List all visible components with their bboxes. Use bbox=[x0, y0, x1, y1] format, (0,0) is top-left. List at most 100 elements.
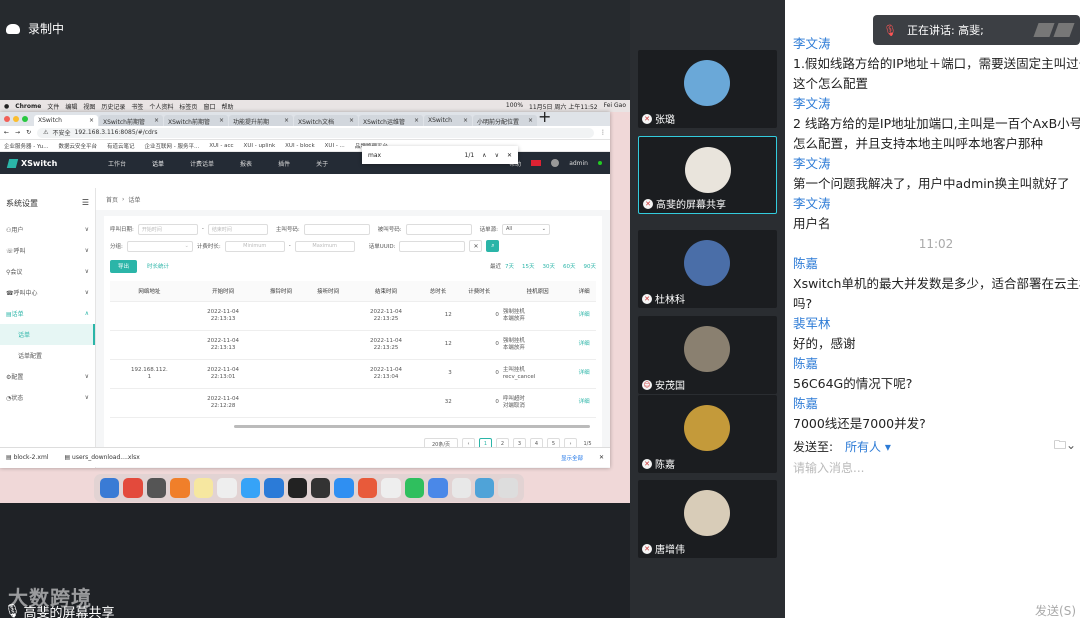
cell-detail[interactable]: 详细 bbox=[572, 359, 596, 389]
browser-tab[interactable]: XSwitch × bbox=[424, 115, 472, 126]
sidebar-item[interactable]: ◔状态 ∨ bbox=[0, 387, 95, 408]
browser-tab[interactable]: XSwitch文档 × bbox=[294, 115, 358, 126]
participant-tile[interactable]: ✕ 张璐 bbox=[638, 50, 777, 128]
sidebar-item[interactable]: ⚲会议 ∨ bbox=[0, 261, 95, 282]
download-item-1[interactable]: ▤ block-2.xml bbox=[6, 454, 48, 461]
sidebar-item[interactable]: 话单 bbox=[0, 324, 95, 345]
more-icon[interactable]: ⋮ bbox=[600, 129, 606, 136]
menubar-item[interactable]: 标签页 bbox=[179, 102, 197, 111]
group-select[interactable]: ⌄ bbox=[126, 240, 193, 252]
dock-app-icon[interactable] bbox=[240, 478, 261, 498]
bookmark-item[interactable]: XUI - ... bbox=[325, 143, 345, 149]
close-window-button[interactable] bbox=[4, 116, 10, 122]
nav-item[interactable]: 话单 bbox=[152, 159, 164, 168]
bookmark-item[interactable]: 有道云笔记 bbox=[107, 142, 135, 150]
dock-app-icon[interactable] bbox=[334, 478, 354, 498]
user-name[interactable]: admin bbox=[569, 160, 588, 167]
menubar-item[interactable]: 编辑 bbox=[65, 102, 77, 111]
download-item-2[interactable]: ▤ users_download....xlsx bbox=[64, 454, 139, 461]
sidebar-item[interactable]: 话单配置 bbox=[0, 345, 95, 366]
nav-item[interactable]: 插件 bbox=[278, 159, 290, 168]
export-button[interactable]: 导出 bbox=[110, 259, 138, 273]
dock-app-icon[interactable] bbox=[451, 478, 471, 498]
close-tab-icon[interactable]: × bbox=[154, 117, 159, 124]
dock-app-icon[interactable] bbox=[170, 478, 190, 498]
clear-button[interactable]: ✕ bbox=[469, 240, 483, 252]
sidebar-item[interactable]: ⚇用户 ∨ bbox=[0, 219, 95, 240]
dock-app-icon[interactable] bbox=[287, 478, 307, 498]
end-time-input[interactable]: 结束时间 bbox=[207, 223, 268, 235]
close-tab-icon[interactable]: × bbox=[89, 117, 94, 124]
search-button[interactable]: ⌕ bbox=[486, 240, 500, 252]
menubar-item[interactable]: 帮助 bbox=[221, 102, 233, 111]
sidebar-item[interactable]: ▤话单 ∧ bbox=[0, 303, 95, 324]
zoom-window-button[interactable] bbox=[22, 116, 28, 122]
recent-option[interactable]: 60天 bbox=[563, 262, 576, 270]
participant-tile[interactable]: ✕ 陈嘉 bbox=[638, 395, 777, 473]
menubar-item[interactable]: 视图 bbox=[83, 102, 95, 111]
close-tab-icon[interactable]: × bbox=[349, 117, 354, 124]
recent-option[interactable]: 30天 bbox=[543, 262, 556, 270]
dock-app-icon[interactable] bbox=[217, 478, 237, 498]
close-tab-icon[interactable]: × bbox=[414, 117, 419, 124]
sidebar-item[interactable]: ⚙配置 ∨ bbox=[0, 366, 95, 387]
menubar-item[interactable]: 书签 bbox=[131, 102, 143, 111]
user-avatar[interactable] bbox=[551, 159, 560, 167]
cell-detail[interactable]: 详细 bbox=[572, 388, 596, 418]
find-close-icon[interactable]: ✕ bbox=[507, 152, 512, 159]
reload-icon[interactable]: ↻ bbox=[26, 129, 31, 136]
browser-tab[interactable]: XSwitch运维管 × bbox=[359, 115, 423, 126]
minimize-window-button[interactable] bbox=[13, 116, 19, 122]
table-row[interactable]: 2022-11-04 22:13:13 2022-11-04 22:13:25 12… bbox=[110, 301, 596, 331]
callee-input[interactable] bbox=[405, 223, 472, 235]
app-logo[interactable]: XSwitch bbox=[6, 158, 88, 168]
close-tab-icon[interactable]: × bbox=[528, 117, 533, 124]
table-row[interactable]: 192.168.112. 1 2022-11-04 22:13:01 2022-11… bbox=[110, 359, 596, 389]
billsec-min-input[interactable]: Minimum bbox=[224, 240, 285, 252]
uuid-input[interactable] bbox=[399, 240, 466, 252]
browser-tab[interactable]: 小明前分配位置 × bbox=[473, 115, 537, 126]
participant-tile[interactable]: ✕ 唐增伟 bbox=[638, 480, 777, 558]
bookmark-item[interactable]: XUI - acc bbox=[209, 143, 233, 149]
participant-tile[interactable]: ✕ 杜林科 bbox=[638, 230, 777, 308]
back-icon[interactable]: ← bbox=[4, 129, 9, 136]
close-downloads-icon[interactable]: ✕ bbox=[599, 454, 604, 461]
bookmark-item[interactable]: XUI - block bbox=[285, 143, 315, 149]
dock-app-icon[interactable] bbox=[357, 478, 378, 498]
dock-app-icon[interactable] bbox=[310, 478, 331, 498]
browser-tab[interactable]: 功能提升前期 × bbox=[229, 115, 293, 126]
chat-input[interactable]: 请输入消息... bbox=[793, 459, 864, 476]
table-row[interactable]: 2022-11-04 22:12:28 32 0 呼叫超时 对端取消 详细 bbox=[110, 388, 596, 418]
nav-item[interactable]: 关于 bbox=[316, 159, 328, 168]
folder-icon[interactable]: 🗀⌄ bbox=[1054, 436, 1076, 457]
nav-item[interactable]: 工作台 bbox=[108, 159, 126, 168]
dock-app-icon[interactable] bbox=[123, 478, 143, 498]
menubar-item[interactable]: Chrome bbox=[15, 103, 41, 110]
nav-item[interactable]: 计费话单 bbox=[190, 159, 214, 168]
new-tab-icon[interactable]: + bbox=[538, 112, 551, 126]
table-row[interactable]: 2022-11-04 22:13:13 2022-11-04 22:13:25 12… bbox=[110, 330, 596, 360]
dock-app-icon[interactable] bbox=[404, 478, 425, 498]
sidebar-item[interactable]: ☎呼叫中心 ∨ bbox=[0, 282, 95, 303]
bookmark-item[interactable]: 数据云安全平台 bbox=[58, 142, 97, 150]
billsec-max-input[interactable]: Maximum bbox=[294, 240, 355, 252]
participant-tile[interactable]: ☺ 安茂国 bbox=[638, 316, 777, 394]
dock-app-icon[interactable] bbox=[146, 478, 167, 498]
language-flag-icon[interactable] bbox=[531, 160, 542, 166]
recent-option[interactable]: 7天 bbox=[505, 262, 514, 270]
nav-item[interactable]: 报表 bbox=[240, 159, 252, 168]
dock-app-icon[interactable] bbox=[381, 478, 401, 498]
source-select[interactable]: All ⌄ bbox=[501, 223, 550, 235]
horizontal-scrollbar[interactable] bbox=[234, 425, 590, 428]
find-input[interactable]: max bbox=[368, 152, 457, 159]
collapse-icon[interactable]: ☰ bbox=[82, 198, 89, 209]
send-to-select[interactable]: 所有人 ▾ bbox=[845, 438, 891, 455]
browser-tab[interactable]: XSwitch × bbox=[34, 115, 98, 126]
duration-stats-link[interactable]: 时长统计 bbox=[147, 262, 169, 270]
url-field[interactable]: ⚠ 不安全 192.168.3.116:8085/#/cdrs bbox=[37, 127, 594, 138]
forward-icon[interactable]: → bbox=[15, 129, 20, 136]
menubar-item[interactable]: 文件 bbox=[47, 102, 59, 111]
breadcrumb-home[interactable]: 首页 bbox=[106, 195, 118, 204]
close-tab-icon[interactable]: × bbox=[284, 117, 289, 124]
dock-app-icon[interactable] bbox=[475, 478, 495, 498]
